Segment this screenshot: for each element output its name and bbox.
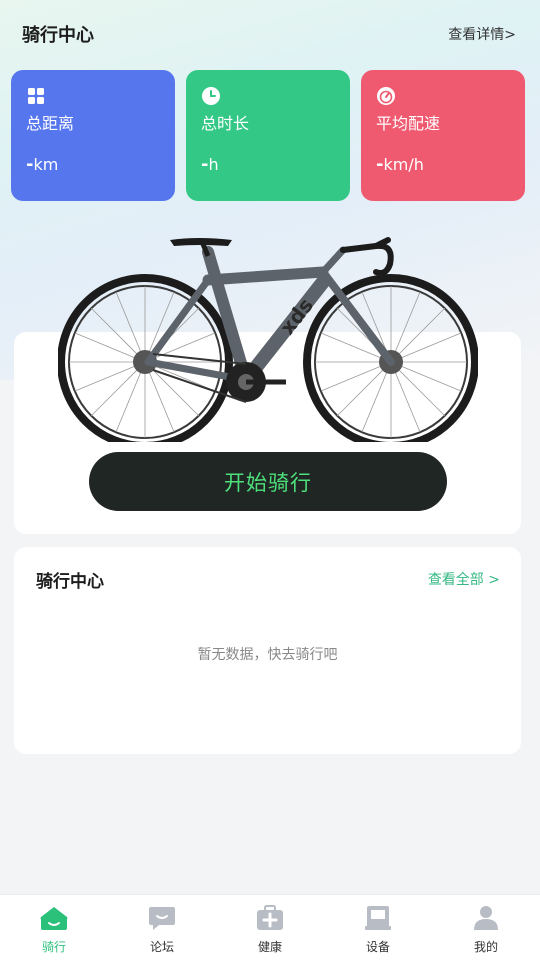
- tab-health[interactable]: 健康: [216, 895, 324, 960]
- tab-riding[interactable]: 骑行: [0, 895, 108, 960]
- tab-profile[interactable]: 我的: [432, 895, 540, 960]
- bottom-tab-bar: 骑行 论坛 健康 设备 我的: [0, 894, 540, 960]
- user-icon: [474, 906, 498, 930]
- stat-value: -km/h: [376, 154, 424, 175]
- stats-row: 总距离 -km 总时长 -h 平均配速 -km/h: [11, 70, 525, 201]
- tab-label: 骑行: [41, 940, 66, 954]
- road-bike-image: xds: [58, 237, 478, 442]
- view-details-link[interactable]: 查看详情>: [448, 24, 516, 44]
- grid-icon: [28, 88, 44, 104]
- tab-label: 我的: [473, 940, 498, 954]
- device-icon: [365, 906, 391, 930]
- speedometer-icon: [377, 87, 395, 105]
- records-title: 骑行中心: [36, 572, 104, 592]
- tab-forum[interactable]: 论坛: [108, 895, 216, 960]
- tab-devices[interactable]: 设备: [324, 895, 432, 960]
- chat-icon: [149, 907, 175, 930]
- stat-card-distance[interactable]: 总距离 -km: [11, 70, 175, 201]
- page-title: 骑行中心: [22, 25, 94, 46]
- stat-card-duration[interactable]: 总时长 -h: [186, 70, 350, 201]
- stat-value: -h: [201, 154, 219, 175]
- home-icon: [40, 907, 68, 930]
- stat-label: 平均配速: [376, 114, 441, 133]
- medical-kit-icon: [257, 905, 283, 930]
- tab-label: 论坛: [149, 940, 174, 954]
- empty-state-text: 暂无数据，快去骑行吧: [197, 647, 338, 663]
- view-all-link[interactable]: 查看全部 >: [428, 569, 500, 589]
- records-card: 骑行中心 查看全部 > 暂无数据，快去骑行吧: [14, 547, 521, 754]
- stat-value: -km: [26, 154, 59, 175]
- stat-label: 总距离: [26, 114, 75, 133]
- start-ride-button[interactable]: 开始骑行: [89, 452, 447, 511]
- page-header: 骑行中心 查看详情>: [0, 0, 540, 70]
- stat-card-pace[interactable]: 平均配速 -km/h: [361, 70, 525, 201]
- clock-icon: [202, 87, 220, 105]
- stat-label: 总时长: [201, 114, 250, 133]
- tab-label: 健康: [257, 940, 282, 954]
- tab-label: 设备: [365, 940, 390, 954]
